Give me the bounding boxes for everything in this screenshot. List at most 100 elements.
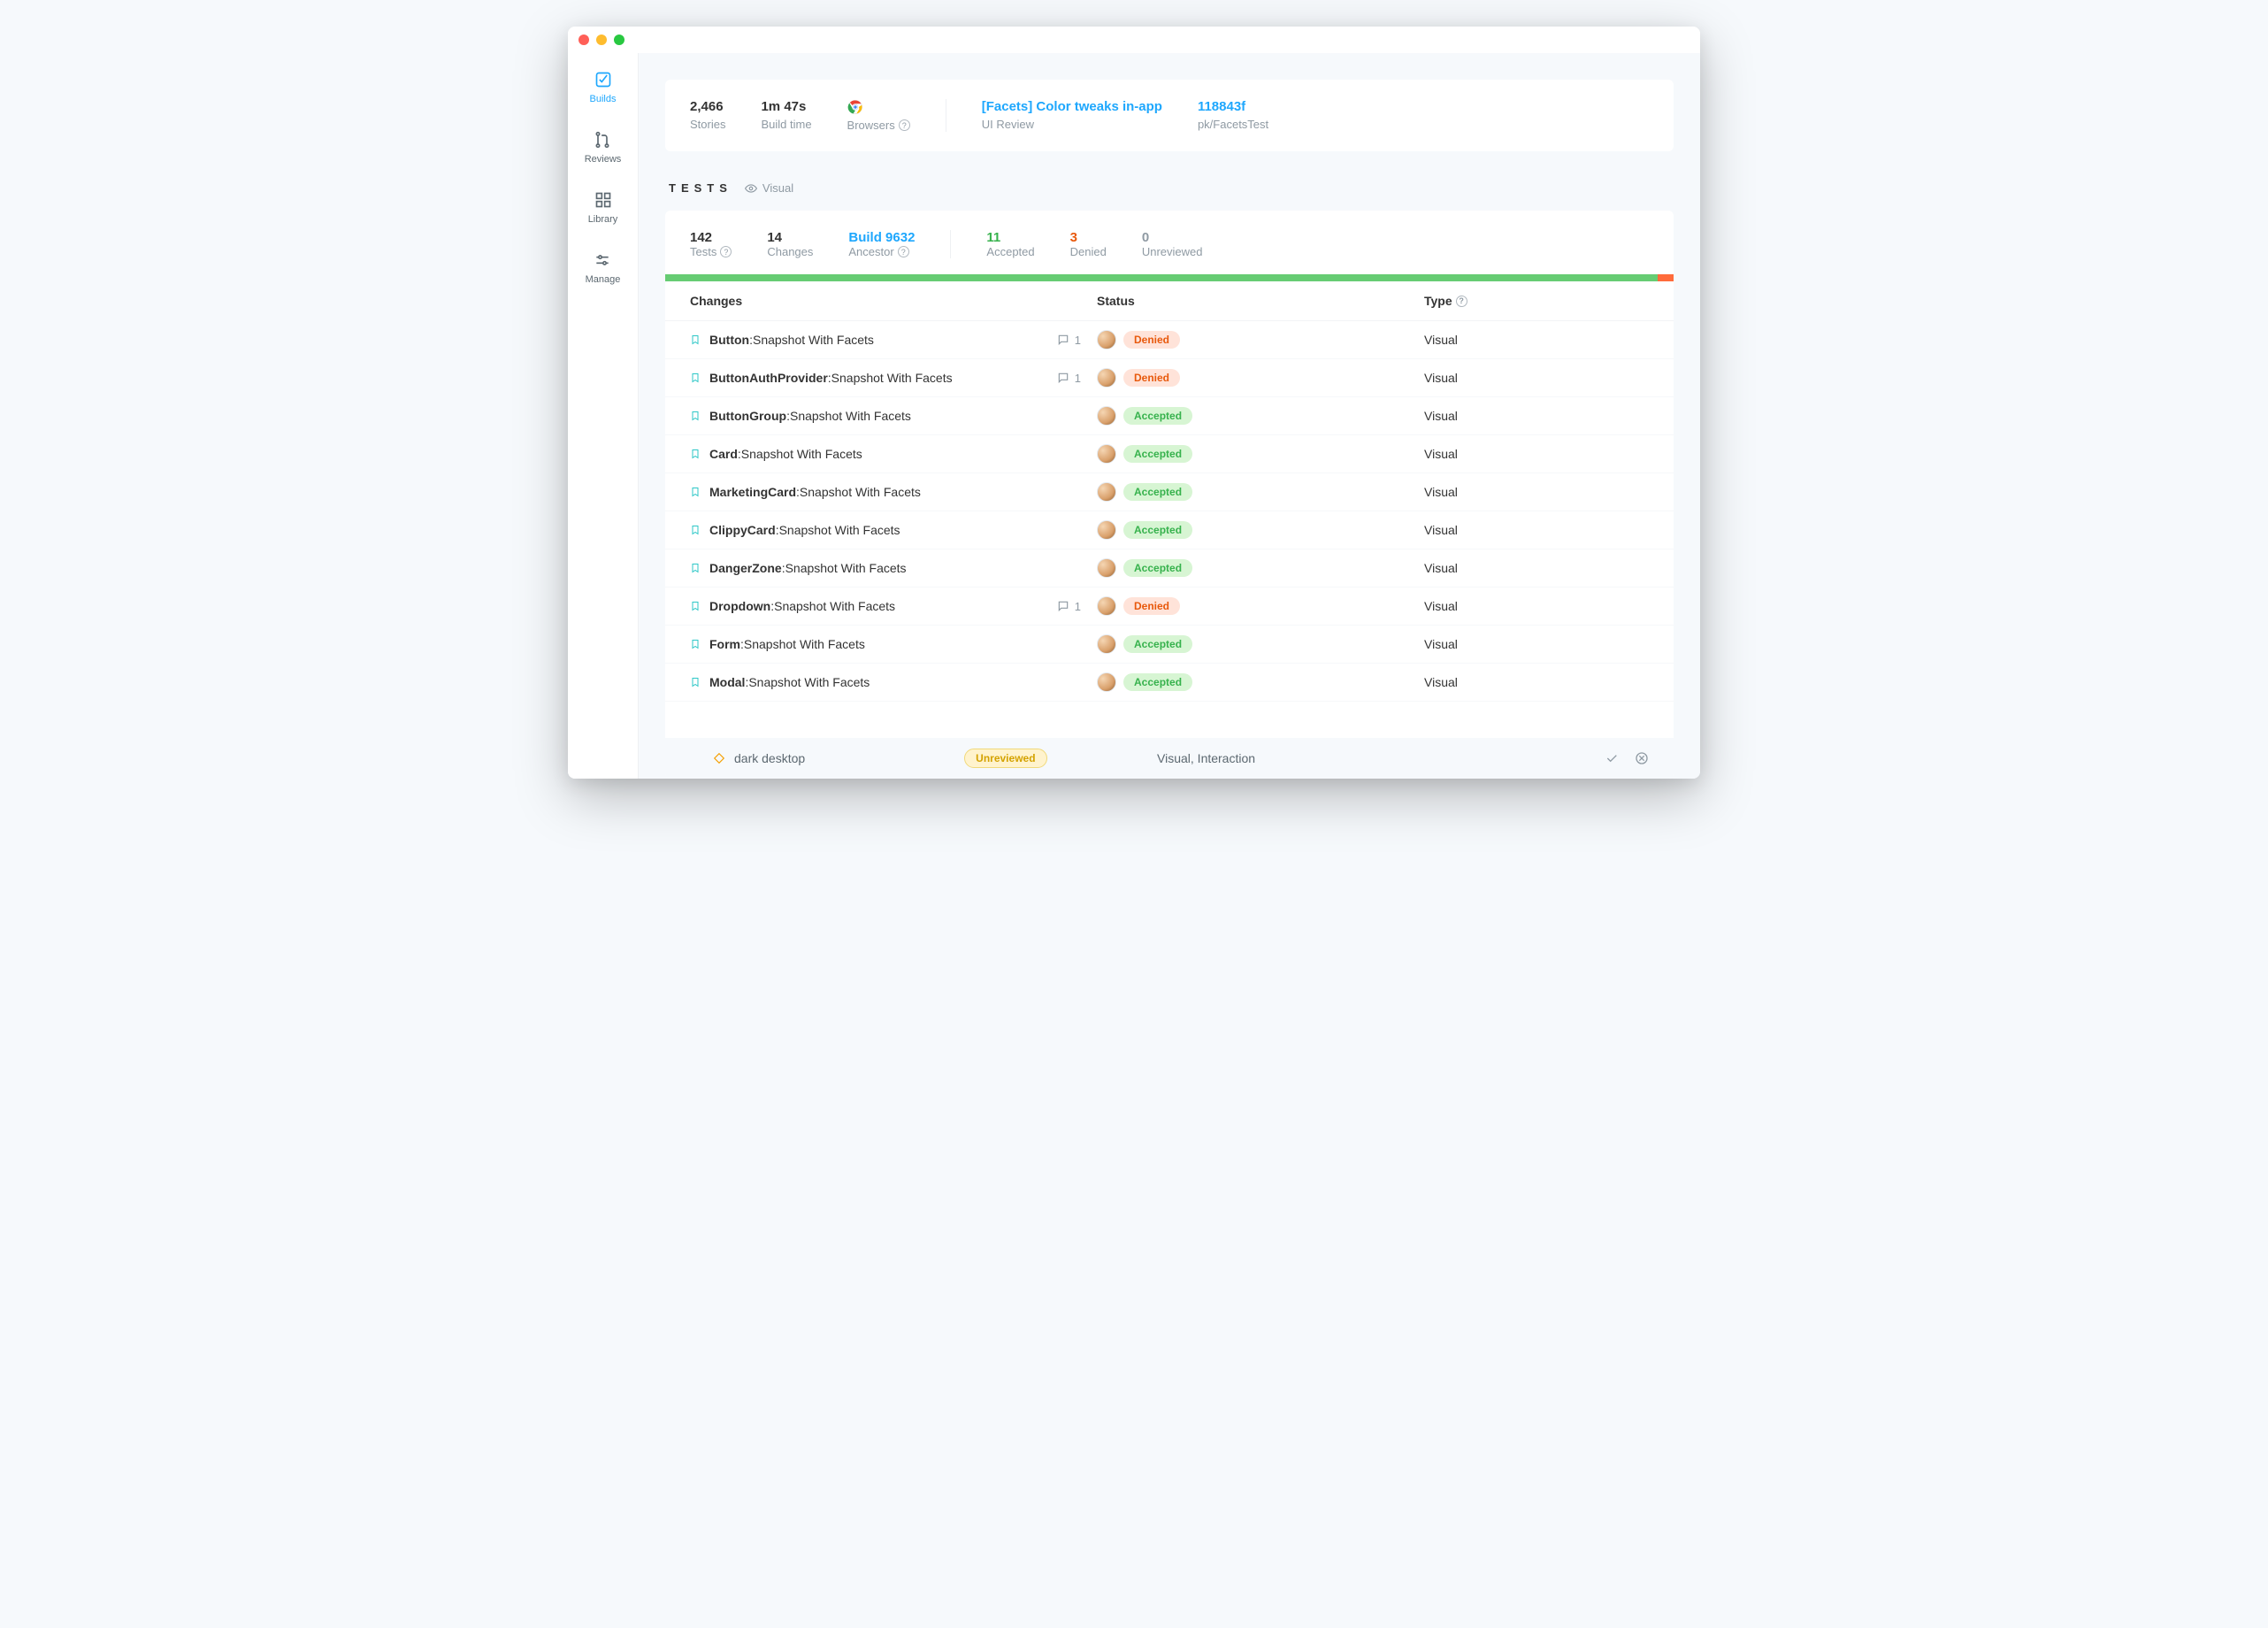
commit-hash-link[interactable]: 118843f — [1198, 99, 1268, 114]
cell-status: Accepted — [1097, 634, 1424, 654]
sidebar-item-builds[interactable]: Builds — [590, 71, 617, 104]
change-name: Dropdown:Snapshot With Facets — [709, 599, 895, 613]
avatar — [1097, 634, 1116, 654]
table-row[interactable]: ButtonGroup:Snapshot With Facets Accepte… — [665, 397, 1674, 435]
help-icon[interactable]: ? — [720, 246, 732, 257]
change-name: Form:Snapshot With Facets — [709, 637, 865, 651]
sliders-icon — [594, 251, 611, 269]
table-row[interactable]: MarketingCard:Snapshot With Facets Accep… — [665, 473, 1674, 511]
help-icon[interactable]: ? — [898, 246, 909, 257]
sidebar-item-manage[interactable]: Manage — [586, 251, 621, 285]
stat-commit: 118843f pk/FacetsTest — [1198, 99, 1268, 131]
cancel-icon[interactable] — [1635, 751, 1649, 765]
check-icon[interactable] — [1605, 751, 1619, 765]
cell-changes: ButtonAuthProvider:Snapshot With Facets … — [690, 371, 1097, 385]
close-window-button[interactable] — [578, 35, 589, 45]
change-name: ButtonAuthProvider:Snapshot With Facets — [709, 371, 953, 385]
status-badge: Unreviewed — [964, 749, 1046, 768]
main-content: 2,466 Stories 1m 47s Build time — [639, 53, 1700, 779]
comment-count[interactable]: 1 — [1057, 334, 1097, 347]
comment-count[interactable]: 1 — [1057, 600, 1097, 613]
avatar — [1097, 520, 1116, 540]
status-badge: Accepted — [1123, 445, 1192, 463]
cell-changes: MarketingCard:Snapshot With Facets — [690, 485, 1097, 499]
tests-filter-visual[interactable]: Visual — [745, 181, 793, 195]
avatar — [1097, 596, 1116, 616]
sidebar-item-reviews[interactable]: Reviews — [585, 131, 622, 165]
tests-section-header: TESTS Visual — [669, 181, 1674, 195]
change-name: DangerZone:Snapshot With Facets — [709, 561, 907, 575]
checkbox-icon — [594, 71, 612, 88]
cell-status: Accepted — [1097, 444, 1424, 464]
table-row[interactable]: Modal:Snapshot With Facets Accepted Visu… — [665, 664, 1674, 702]
table-row[interactable]: Form:Snapshot With Facets Accepted Visua… — [665, 626, 1674, 664]
help-icon[interactable]: ? — [899, 119, 910, 131]
col-header-status: Status — [1097, 294, 1424, 308]
ancestor-build-link[interactable]: Build 9632 — [848, 230, 915, 245]
stat-denied: 3 Denied — [1070, 230, 1107, 258]
status-badge: Accepted — [1123, 407, 1192, 425]
table-row[interactable]: ButtonAuthProvider:Snapshot With Facets … — [665, 359, 1674, 397]
ancestor-label: Ancestor? — [848, 245, 915, 258]
progress-accepted-segment — [665, 274, 1658, 281]
build-time-value: 1m 47s — [761, 99, 811, 114]
tests-count: 142 — [690, 230, 732, 245]
cell-type: Visual — [1424, 599, 1649, 613]
status-badge: Denied — [1123, 369, 1180, 387]
bookmark-icon — [690, 372, 701, 384]
cell-changes: Dropdown:Snapshot With Facets 1 — [690, 599, 1097, 613]
chrome-icon — [847, 99, 863, 115]
stat-ancestor: Build 9632 Ancestor? — [848, 230, 915, 258]
change-name: Modal:Snapshot With Facets — [709, 675, 870, 689]
avatar — [1097, 330, 1116, 349]
grid-icon — [594, 191, 612, 209]
bookmark-icon — [690, 676, 701, 688]
comment-count[interactable]: 1 — [1057, 372, 1097, 385]
table-body: Button:Snapshot With Facets 1 Denied Vis… — [665, 321, 1674, 702]
table-row[interactable]: Button:Snapshot With Facets 1 Denied Vis… — [665, 321, 1674, 359]
avatar — [1097, 368, 1116, 388]
footer-row: dark desktop Unreviewed Visual, Interact… — [665, 738, 1674, 779]
stat-pr: [Facets] Color tweaks in-app UI Review — [982, 99, 1162, 131]
cell-type: Visual — [1424, 333, 1649, 347]
stat-accepted: 11 Accepted — [986, 230, 1034, 258]
col-header-changes: Changes — [690, 294, 1097, 308]
avatar — [1097, 444, 1116, 464]
cell-changes: ClippyCard:Snapshot With Facets — [690, 523, 1097, 537]
bookmark-icon — [690, 334, 701, 346]
browsers-label: Browsers ? — [847, 119, 910, 132]
comment-icon — [1057, 372, 1069, 384]
cell-type: Visual — [1424, 447, 1649, 461]
tests-stats-row: 142 Tests? 14 Changes Build 9632 Ancesto… — [665, 211, 1674, 274]
status-badge: Denied — [1123, 597, 1180, 615]
sidebar-item-label: Reviews — [585, 154, 622, 165]
change-name: Card:Snapshot With Facets — [709, 447, 862, 461]
change-name: Button:Snapshot With Facets — [709, 333, 874, 347]
table-row[interactable]: Card:Snapshot With Facets Accepted Visua… — [665, 435, 1674, 473]
cell-type: Visual — [1424, 371, 1649, 385]
comment-icon — [1057, 600, 1069, 612]
table-row[interactable]: ClippyCard:Snapshot With Facets Accepted… — [665, 511, 1674, 549]
window-titlebar — [568, 27, 1700, 53]
status-badge: Accepted — [1123, 635, 1192, 653]
change-name: ClippyCard:Snapshot With Facets — [709, 523, 900, 537]
help-icon[interactable]: ? — [1456, 296, 1467, 307]
maximize-window-button[interactable] — [614, 35, 624, 45]
table-row[interactable]: DangerZone:Snapshot With Facets Accepted… — [665, 549, 1674, 587]
status-badge: Accepted — [1123, 483, 1192, 501]
table-row[interactable]: Dropdown:Snapshot With Facets 1 Denied V… — [665, 587, 1674, 626]
comment-icon — [1057, 334, 1069, 346]
status-badge: Denied — [1123, 331, 1180, 349]
pr-title-link[interactable]: [Facets] Color tweaks in-app — [982, 99, 1162, 114]
cell-type: Visual — [1424, 485, 1649, 499]
avatar — [1097, 558, 1116, 578]
bookmark-icon — [690, 524, 701, 536]
stat-tests: 142 Tests? — [690, 230, 732, 258]
eye-icon — [745, 182, 757, 195]
sidebar-item-library[interactable]: Library — [588, 191, 618, 225]
divider — [950, 230, 951, 258]
bookmark-icon — [690, 600, 701, 612]
cell-status: Denied — [1097, 368, 1424, 388]
minimize-window-button[interactable] — [596, 35, 607, 45]
cell-changes: Button:Snapshot With Facets 1 — [690, 333, 1097, 347]
